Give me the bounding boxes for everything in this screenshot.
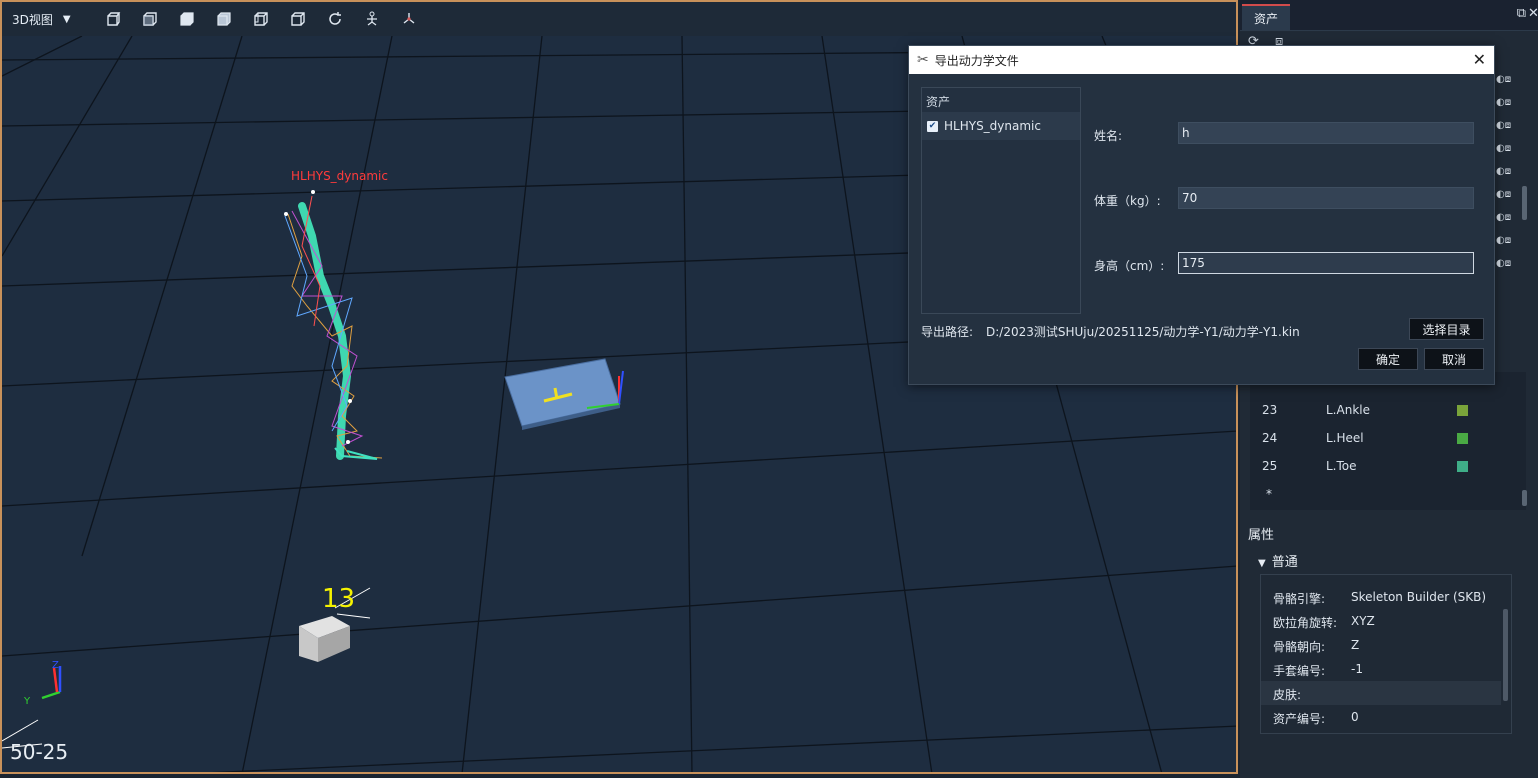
close-icon[interactable]: ✕ xyxy=(1528,6,1538,21)
asset-list-scrollbar[interactable] xyxy=(1522,186,1527,220)
ok-button[interactable]: 确定 xyxy=(1358,348,1418,370)
asset-visibility-icon[interactable]: ◐⧈ xyxy=(1496,97,1520,120)
properties-box: 骨骼引擎: Skeleton Builder (SKB) 欧拉角旋转: XYZ … xyxy=(1260,574,1512,734)
name-label: 姓名: xyxy=(1094,129,1123,143)
tab-assets[interactable]: 资产 xyxy=(1242,4,1290,30)
asset-visibility-icon[interactable]: ◐⧈ xyxy=(1496,74,1520,97)
svg-text:Z: Z xyxy=(52,660,59,671)
property-key: 骨骼引擎: xyxy=(1273,592,1326,606)
height-field[interactable]: 175 xyxy=(1178,252,1474,274)
view-mode-label: 3D视图 xyxy=(12,12,53,27)
property-key: 欧拉角旋转: xyxy=(1273,616,1338,630)
joint-list-scrollbar[interactable] xyxy=(1522,490,1527,506)
checkbox-checked-icon[interactable]: ✔ xyxy=(927,120,938,132)
property-key: 皮肤: xyxy=(1273,688,1302,702)
properties-title: 属性 xyxy=(1248,528,1275,543)
marker-number-label: 13 xyxy=(322,584,356,614)
asset-visibility-icon[interactable]: ◐⧈ xyxy=(1496,166,1520,189)
joint-number: * xyxy=(1266,487,1272,501)
property-row[interactable]: 手套编号: -1 xyxy=(1261,657,1501,681)
cube-front-icon[interactable] xyxy=(94,2,131,36)
float-window-icon[interactable]: ⧉ xyxy=(1517,6,1526,21)
dialog-title: 导出动力学文件 xyxy=(934,53,1019,68)
properties-scrollbar[interactable] xyxy=(1503,609,1508,701)
asset-item-label: HLHYS_dynamic xyxy=(944,119,1041,133)
asset-visibility-icon[interactable]: ◐⧈ xyxy=(1496,258,1520,281)
cube-top-icon[interactable] xyxy=(168,2,205,36)
axis-gizmo: Y Z xyxy=(2,660,62,749)
asset-list-header: 资产 xyxy=(926,95,951,109)
viewport-toolbar: 3D视图 ▼ xyxy=(2,2,1236,36)
joint-number: 23 xyxy=(1262,403,1278,417)
asset-visibility-icon[interactable]: ◐⧈ xyxy=(1496,212,1520,235)
refresh-icon[interactable] xyxy=(316,2,353,36)
joint-name: L.Toe xyxy=(1326,459,1357,473)
asset-visibility-icon[interactable]: ◐⧈ xyxy=(1496,189,1520,212)
view-mode-select[interactable]: 3D视图 ▼ xyxy=(12,11,86,28)
property-key: 资产编号: xyxy=(1273,712,1326,726)
property-row[interactable]: 骨骼朝向: Z xyxy=(1261,633,1501,657)
panel-tabs: 资产 ⧉ ✕ xyxy=(1240,0,1538,31)
joint-name: L.Ankle xyxy=(1326,403,1370,417)
choose-directory-button[interactable]: 选择目录 xyxy=(1409,318,1484,340)
joint-color-swatch[interactable] xyxy=(1457,433,1468,444)
cube-right-icon[interactable] xyxy=(279,2,316,36)
cancel-button[interactable]: 取消 xyxy=(1424,348,1484,370)
properties-group-header[interactable]: ▼ 普通 xyxy=(1258,551,1298,570)
joint-row[interactable]: 24 L.Heel xyxy=(1250,425,1500,453)
svg-text:Y: Y xyxy=(23,696,31,707)
property-key: 骨骼朝向: xyxy=(1273,640,1326,654)
joint-number: 24 xyxy=(1262,431,1278,445)
dialog-titlebar: ✂ 导出动力学文件 ✕ xyxy=(909,46,1494,74)
export-path-value: D:/2023测试SHUju/20251125/动力学-Y1/动力学-Y1.ki… xyxy=(986,325,1300,339)
property-key: 手套编号: xyxy=(1273,664,1326,678)
property-value: -1 xyxy=(1351,662,1363,676)
height-label: 身高（cm）: xyxy=(1094,259,1165,273)
joint-number: 25 xyxy=(1262,459,1278,473)
property-row[interactable]: 资产编号: 0 xyxy=(1261,705,1501,729)
property-value: 0 xyxy=(1351,710,1359,724)
property-row[interactable]: 欧拉角旋转: XYZ xyxy=(1261,609,1501,633)
name-field[interactable]: h xyxy=(1178,122,1474,144)
group-label: 普通 xyxy=(1271,555,1298,570)
joint-color-swatch[interactable] xyxy=(1457,461,1468,472)
model-label: HLHYS_dynamic xyxy=(291,169,388,183)
skeleton-icon[interactable] xyxy=(353,2,390,36)
cube-back-icon[interactable] xyxy=(242,2,279,36)
cube-iso-icon[interactable] xyxy=(205,2,242,36)
export-dynamics-dialog: ✂ 导出动力学文件 ✕ 资产 ✔ HLHYS_dynamic 姓名: h 体重（… xyxy=(908,45,1495,385)
joint-row[interactable]: 23 L.Ankle xyxy=(1250,397,1500,425)
cube-side-icon[interactable] xyxy=(131,2,168,36)
export-path-label: 导出路径: xyxy=(921,325,974,339)
asset-row-icons: ◐⧈ ◐⧈ ◐⧈ ◐⧈ ◐⧈ ◐⧈ ◐⧈ ◐⧈ ◐⧈ xyxy=(1496,74,1520,281)
dialog-asset-list: 资产 ✔ HLHYS_dynamic xyxy=(921,87,1081,314)
asset-list-item[interactable]: ✔ HLHYS_dynamic xyxy=(922,112,1080,140)
triangle-down-icon: ▼ xyxy=(1258,558,1266,569)
property-value: XYZ xyxy=(1351,614,1375,628)
property-value: Z xyxy=(1351,638,1360,652)
app-icon: ✂ xyxy=(917,52,929,68)
joint-row[interactable]: 25 L.Toe xyxy=(1250,453,1500,481)
property-value: Skeleton Builder (SKB) xyxy=(1351,590,1487,604)
property-row[interactable]: 骨骼引擎: Skeleton Builder (SKB) xyxy=(1261,585,1501,609)
joint-row-new[interactable]: * xyxy=(1250,481,1500,509)
frame-rate-readout: 50-25 xyxy=(10,740,69,764)
joint-name: L.Heel xyxy=(1326,431,1364,445)
asset-visibility-icon[interactable]: ◐⧈ xyxy=(1496,143,1520,166)
asset-visibility-icon[interactable]: ◐⧈ xyxy=(1496,235,1520,258)
chevron-down-icon: ▼ xyxy=(62,13,71,25)
asset-visibility-icon[interactable]: ◐⧈ xyxy=(1496,120,1520,143)
property-row[interactable]: 皮肤: xyxy=(1261,681,1501,705)
close-icon[interactable]: ✕ xyxy=(1473,50,1486,69)
joint-color-swatch[interactable] xyxy=(1457,405,1468,416)
weight-field[interactable]: 70 xyxy=(1178,187,1474,209)
force-plate xyxy=(504,358,624,430)
axes-icon[interactable] xyxy=(390,2,427,36)
joint-list: 23 L.Ankle 24 L.Heel 25 L.Toe * xyxy=(1250,372,1527,510)
weight-label: 体重（kg）: xyxy=(1094,194,1161,208)
